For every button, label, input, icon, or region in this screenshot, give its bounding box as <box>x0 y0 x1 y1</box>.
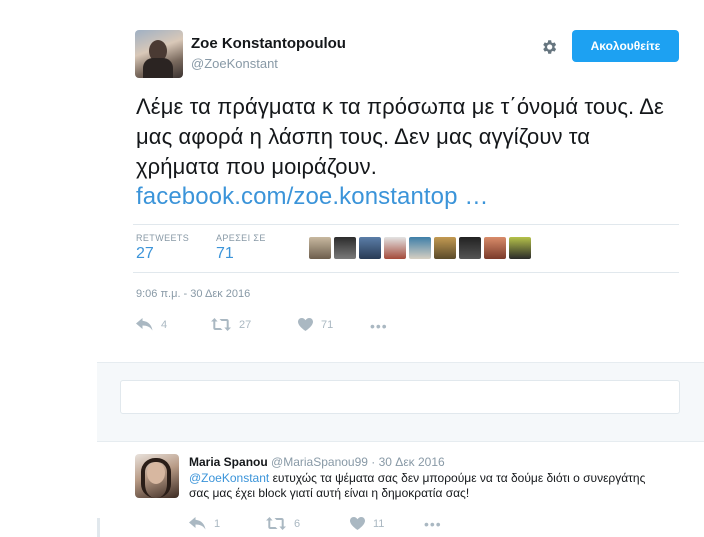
reply-author-avatar[interactable] <box>135 454 179 498</box>
likes-label[interactable]: ΑΡΕΣΕΙ ΣΕ <box>216 233 266 243</box>
reply-like-count: 11 <box>373 517 385 530</box>
like-count: 71 <box>321 318 334 331</box>
liker-avatars <box>309 237 559 259</box>
liker-avatar[interactable] <box>484 237 506 259</box>
heart-icon <box>298 318 313 331</box>
tweet-text: Λέμε τα πράγματα κ τα πρόσωπα με τ΄όνομά… <box>136 94 664 179</box>
divider <box>133 272 679 273</box>
following-button[interactable]: Ακολουθείτε <box>572 30 679 62</box>
retweets-label[interactable]: RETWEETS <box>136 233 189 243</box>
more-icon[interactable]: ••• <box>370 318 388 334</box>
author-handle[interactable]: @ZoeKonstant <box>191 56 278 71</box>
reply-icon <box>136 318 153 331</box>
reply-retweet-action[interactable]: 6 <box>266 517 300 530</box>
reply-like-action[interactable]: 11 <box>350 517 384 530</box>
liker-avatar[interactable] <box>359 237 381 259</box>
likes-count[interactable]: 71 <box>216 245 234 263</box>
reply-text-block: @ZoeKonstant ευτυχώς τα ψέματα σας δεν μ… <box>189 471 659 501</box>
reply-author-name[interactable]: Maria Spanou <box>189 455 268 469</box>
reply-reply-action[interactable]: 1 <box>189 517 220 530</box>
reply-icon <box>189 517 206 530</box>
tweet-timestamp[interactable]: 9:06 π.μ. - 30 Δεκ 2016 <box>136 288 250 300</box>
retweet-icon <box>266 517 286 530</box>
reply-author-handle[interactable]: @MariaSpanou99 <box>271 455 368 469</box>
reply-count: 4 <box>161 318 168 331</box>
like-action[interactable]: 71 <box>298 318 333 331</box>
liker-avatar[interactable] <box>409 237 431 259</box>
reply-retweet-count: 6 <box>294 517 301 530</box>
reply-header: Maria Spanou @MariaSpanou99 · 30 Δεκ 201… <box>189 455 445 469</box>
reply-mention[interactable]: @ZoeKonstant <box>189 471 269 485</box>
reply-input[interactable] <box>120 380 680 414</box>
tweet-link[interactable]: facebook.com/zoe.konstantop … <box>136 182 488 212</box>
reply-reply-count: 1 <box>214 517 221 530</box>
retweet-count: 27 <box>239 318 252 331</box>
more-icon[interactable]: ••• <box>424 516 442 532</box>
reply-action[interactable]: 4 <box>136 318 167 331</box>
gear-icon[interactable] <box>540 38 558 56</box>
retweet-icon <box>211 318 231 331</box>
liker-avatar[interactable] <box>459 237 481 259</box>
divider <box>133 224 679 225</box>
heart-icon <box>350 517 365 530</box>
liker-avatar[interactable] <box>434 237 456 259</box>
retweets-count[interactable]: 27 <box>136 245 154 263</box>
retweet-action[interactable]: 27 <box>211 318 251 331</box>
liker-avatar[interactable] <box>509 237 531 259</box>
reply-date[interactable]: · 30 Δεκ 2016 <box>371 455 444 469</box>
liker-avatar[interactable] <box>384 237 406 259</box>
author-avatar[interactable] <box>135 30 183 78</box>
liker-avatar[interactable] <box>309 237 331 259</box>
liker-avatar[interactable] <box>334 237 356 259</box>
author-name[interactable]: Zoe Konstantopoulou <box>191 35 346 52</box>
scrollbar-fragment <box>97 518 100 537</box>
